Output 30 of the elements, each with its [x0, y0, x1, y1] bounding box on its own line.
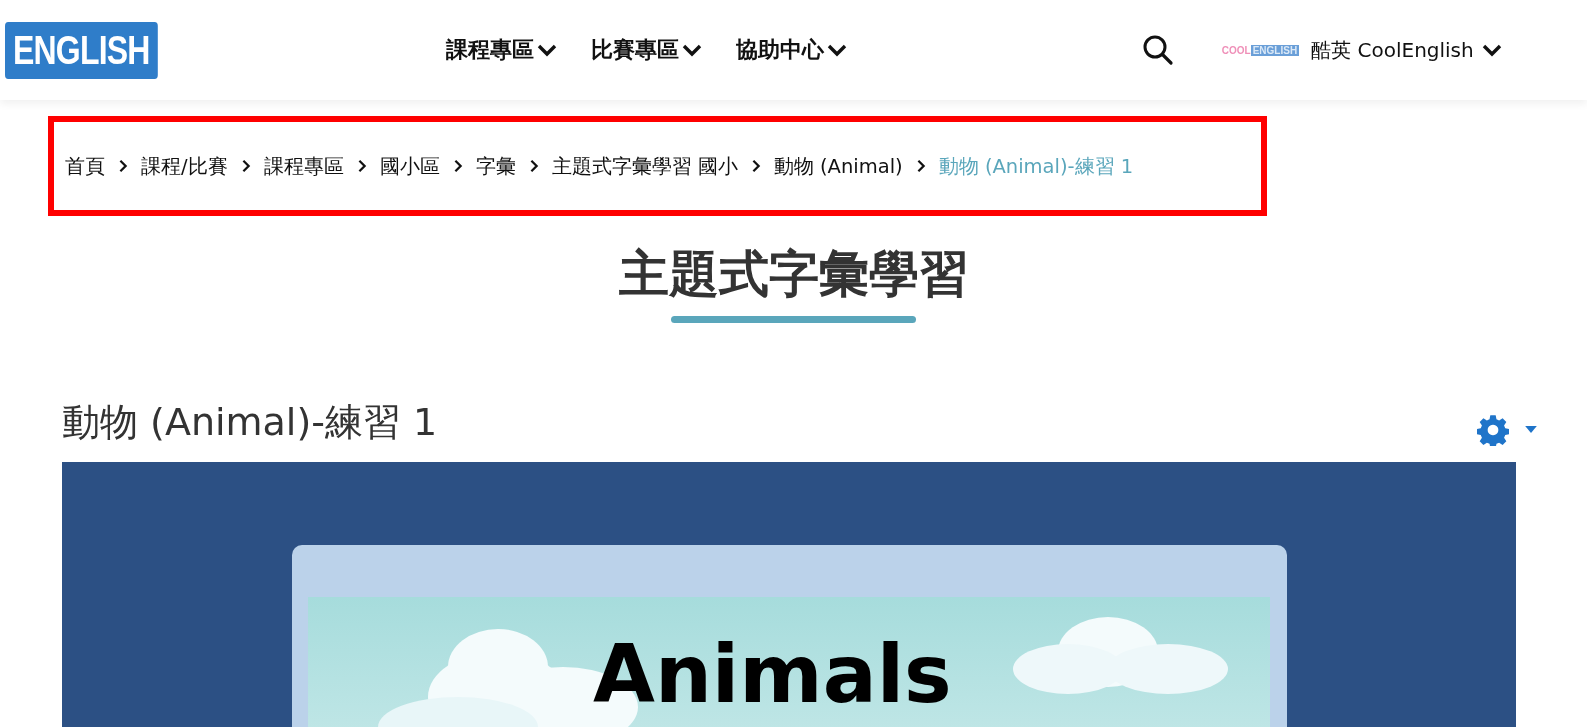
- chevron-down-icon: [1481, 43, 1502, 57]
- chevron-down-icon: [681, 43, 702, 57]
- chevron-down-icon: [536, 43, 557, 57]
- chevron-right-icon: [750, 159, 761, 173]
- chevron-right-icon: [915, 159, 926, 173]
- search-icon[interactable]: [1141, 34, 1174, 66]
- nav-menu[interactable]: 協助中心: [735, 35, 847, 65]
- breadcrumb-link[interactable]: 課程專區: [263, 152, 344, 180]
- settings-icon[interactable]: [1477, 413, 1509, 446]
- breadcrumb-link[interactable]: 主題式字彙學習 國小: [551, 152, 738, 180]
- chevron-right-icon: [356, 159, 367, 173]
- user-menu[interactable]: 酷英 CoolEnglish: [1311, 36, 1502, 64]
- breadcrumb-link[interactable]: 字彙: [475, 152, 516, 180]
- chevron-down-icon: [826, 43, 847, 57]
- site-logo[interactable]: ENGLISH: [5, 21, 158, 79]
- nav-menu[interactable]: 課程專區: [445, 35, 557, 65]
- chevron-right-icon: [240, 159, 251, 173]
- cool-english-logo: COOL ENGLISH: [1221, 44, 1300, 56]
- caret-down-icon[interactable]: [1525, 426, 1537, 433]
- breadcrumb-link[interactable]: 國小區: [379, 152, 440, 180]
- nav-menu[interactable]: 比賽專區: [590, 35, 702, 65]
- breadcrumb-link[interactable]: 課程/比賽: [141, 152, 228, 180]
- chevron-right-icon: [528, 159, 539, 173]
- breadcrumb-link[interactable]: 首頁: [65, 152, 105, 180]
- activity-title: 動物 (Animal)-練習 1: [62, 399, 438, 446]
- chevron-right-icon: [118, 159, 128, 173]
- breadcrumb-link[interactable]: 動物 (Animal): [773, 152, 903, 180]
- chevron-right-icon: [452, 159, 463, 173]
- game-title: Animals: [593, 635, 952, 715]
- page-title: 主題式字彙學習: [617, 244, 970, 304]
